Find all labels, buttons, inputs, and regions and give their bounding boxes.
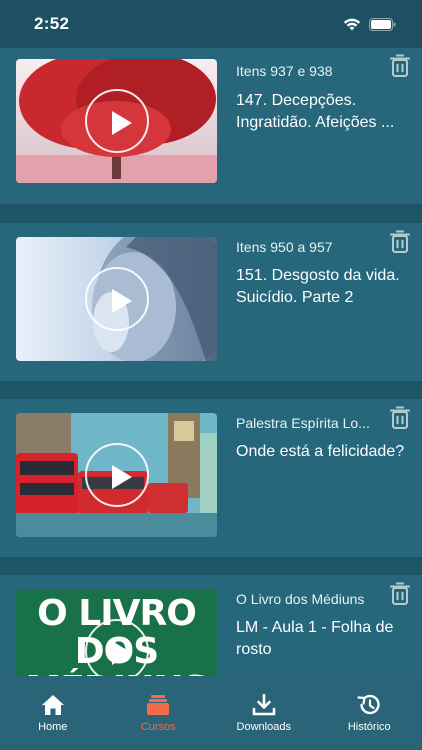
list-item[interactable]: Itens 937 e 938 147. Decepções. Ingratid… [0,48,422,204]
history-icon [357,694,380,715]
play-icon[interactable] [84,619,149,676]
trash-icon[interactable] [390,54,410,78]
course-list: Itens 937 e 938 147. Decepções. Ingratid… [0,48,422,676]
video-thumbnail[interactable] [16,59,217,183]
trash-icon[interactable] [390,582,410,606]
status-time: 2:52 [34,14,70,33]
card-subtitle: O Livro dos Médiuns [236,591,365,607]
download-icon [252,694,276,716]
play-icon[interactable] [84,89,149,153]
tab-historico[interactable]: Histórico [317,676,422,750]
list-item[interactable]: O LIVRO DOS MÉDIUNS O Livro dos Médiuns … [0,575,422,676]
status-icons [343,17,396,31]
tab-downloads[interactable]: Downloads [211,676,317,750]
card-subtitle: Itens 950 a 957 [236,239,333,255]
trash-icon[interactable] [390,406,410,430]
list-item[interactable]: Palestra Espírita Lo... Onde está a feli… [0,399,422,557]
tab-bar: Home Cursos Downloads Histórico [0,676,422,750]
tab-label: Home [38,721,68,733]
video-thumbnail[interactable]: O LIVRO DOS MÉDIUNS [16,589,217,676]
card-title: 147. Decepções. Ingratidão. Afeições ... [236,92,395,131]
tab-label: Cursos [140,721,176,733]
card-title: 151. Desgosto da vida. Suicídio. Parte 2 [236,267,400,306]
status-bar: 2:52 [0,0,422,48]
tab-label: Histórico [347,721,391,733]
play-icon[interactable] [84,267,149,331]
card-title: Onde está a felicidade? [236,443,405,460]
wifi-icon [343,18,361,30]
list-item[interactable]: Itens 950 a 957 151. Desgosto da vida. S… [0,223,422,381]
trash-icon[interactable] [390,230,410,254]
video-thumbnail[interactable] [16,413,217,537]
home-icon [41,695,64,715]
card-subtitle: Itens 937 e 938 [236,63,333,79]
tab-label: Downloads [236,721,291,733]
video-thumbnail[interactable] [16,237,217,361]
battery-icon [369,17,396,31]
tab-home[interactable]: Home [0,676,106,750]
tab-cursos[interactable]: Cursos [106,676,212,750]
play-icon[interactable] [84,443,149,507]
courses-icon [147,695,170,715]
card-title: LM - Aula 1 - Folha de rosto [236,619,394,658]
card-subtitle: Palestra Espírita Lo... [236,415,370,431]
